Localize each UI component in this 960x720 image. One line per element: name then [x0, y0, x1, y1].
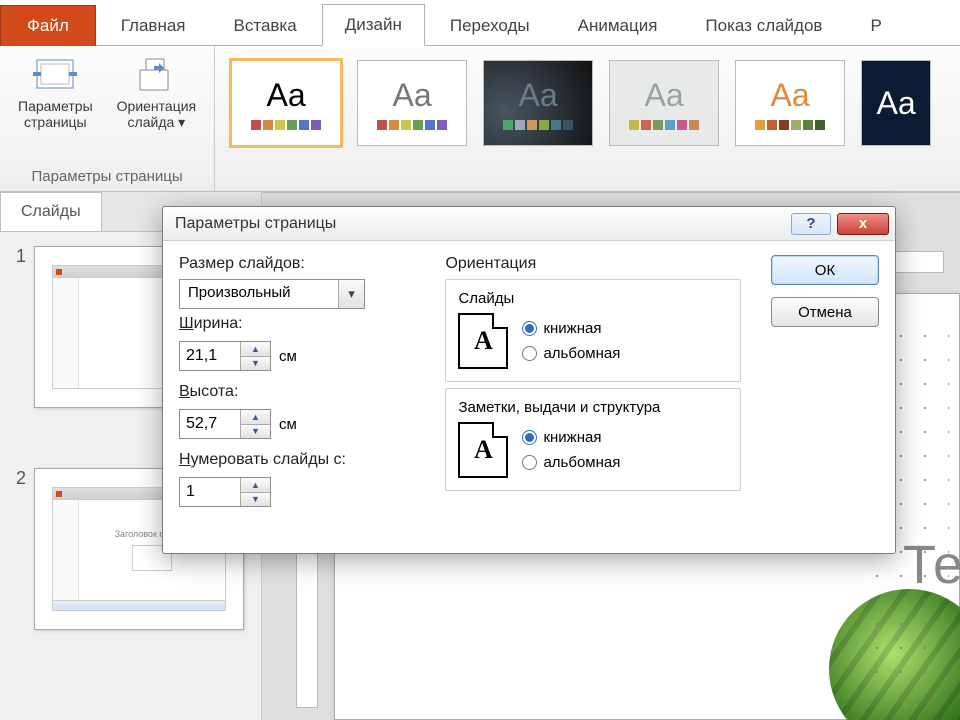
orientation-icon [132, 56, 180, 94]
fieldset-notes-orientation: Заметки, выдачи и структура A книжная ал… [445, 388, 741, 491]
tab-cut-off[interactable]: Р [847, 5, 904, 46]
portrait-page-icon: A [458, 313, 508, 369]
number-from-input[interactable] [180, 478, 240, 506]
spin-up-icon[interactable]: ▲ [241, 410, 270, 425]
dialog-left-column: Размер слайдов: Произвольный ▾ Ширина: ▲… [179, 255, 415, 539]
orientation-label: Ориентация слайда ▾ [117, 98, 196, 131]
dialog-mid-column: Ориентация Слайды A книжная альбомная [445, 255, 741, 539]
page-setup-label: Параметры страницы [18, 98, 93, 130]
theme-swatches [503, 120, 573, 130]
tab-file[interactable]: Файл [0, 5, 96, 46]
canvas-placeholder-text: Те [903, 534, 960, 596]
height-input[interactable] [180, 410, 240, 438]
chevron-down-icon: ▾ [338, 280, 364, 308]
slide-orientation-button[interactable]: Ориентация слайда ▾ [109, 52, 204, 135]
tab-insert[interactable]: Вставка [211, 5, 320, 46]
slides-size-dropdown[interactable]: Произвольный ▾ [179, 279, 365, 309]
close-icon: х [859, 215, 867, 232]
spin-down-icon[interactable]: ▼ [241, 493, 270, 507]
theme-swatches [377, 120, 447, 130]
theme-office[interactable]: Aa [231, 60, 341, 146]
dialog-title: Параметры страницы [175, 215, 336, 233]
width-spinner[interactable]: ▲▼ [179, 341, 271, 371]
ribbon-group-label: Параметры страницы [31, 164, 182, 189]
theme-text: Aa [645, 77, 684, 114]
theme-gallery: Aa Aa Aa Aa Aa Aa [215, 46, 947, 191]
height-spinner[interactable]: ▲▼ [179, 409, 271, 439]
theme-swatches [755, 120, 825, 130]
dialog-right-column: ОК Отмена [771, 255, 879, 539]
theme-5[interactable]: Aa [735, 60, 845, 146]
theme-4[interactable]: Aa [609, 60, 719, 146]
theme-swatches [629, 120, 699, 130]
width-label: Ширина: [179, 315, 415, 333]
fieldset-notes-title: Заметки, выдачи и структура [458, 399, 728, 416]
theme-text: Aa [267, 77, 306, 114]
ok-button[interactable]: ОК [771, 255, 879, 285]
tab-design[interactable]: Дизайн [322, 4, 425, 46]
pane-tab-slides[interactable]: Слайды [0, 192, 102, 231]
tab-animation[interactable]: Анимация [555, 5, 681, 46]
tab-home[interactable]: Главная [98, 5, 209, 46]
portrait-page-icon: A [458, 422, 508, 478]
spin-up-icon[interactable]: ▲ [241, 478, 270, 493]
number-from-spinner[interactable]: ▲▼ [179, 477, 271, 507]
watermelon-image [829, 589, 960, 720]
theme-3[interactable]: Aa [483, 60, 593, 146]
ribbon-tab-strip: Файл Главная Вставка Дизайн Переходы Ани… [0, 0, 960, 46]
page-setup-dialog: Параметры страницы ? х Размер слайдов: П… [162, 206, 896, 554]
radio-slides-landscape[interactable]: альбомная [522, 345, 620, 362]
height-unit: см [279, 416, 297, 433]
fieldset-slides-orientation: Слайды A книжная альбомная [445, 279, 741, 382]
theme-text: Aa [771, 77, 810, 114]
width-unit: см [279, 348, 297, 365]
number-from-label: Нумеровать слайды с: [179, 451, 415, 469]
theme-text: Aa [877, 85, 916, 122]
theme-text: Aa [519, 77, 558, 114]
fieldset-slides-title: Слайды [458, 290, 728, 307]
radio-notes-landscape[interactable]: альбомная [522, 454, 620, 471]
spin-down-icon[interactable]: ▼ [241, 357, 270, 371]
tab-slideshow[interactable]: Показ слайдов [682, 5, 845, 46]
slides-size-label: Размер слайдов: [179, 255, 415, 273]
orientation-heading: Ориентация [445, 255, 741, 273]
dialog-titlebar[interactable]: Параметры страницы ? х [163, 207, 895, 241]
help-icon: ? [806, 215, 815, 232]
thumb-number: 2 [10, 468, 26, 489]
theme-2[interactable]: Aa [357, 60, 467, 146]
slides-size-value: Произвольный [180, 280, 338, 308]
thumb-number: 1 [10, 246, 26, 267]
theme-6[interactable]: Aa [861, 60, 931, 146]
cancel-button[interactable]: Отмена [771, 297, 879, 327]
page-setup-button[interactable]: Параметры страницы [10, 52, 101, 135]
theme-text: Aa [393, 77, 432, 114]
height-label: Высота: [179, 383, 415, 401]
radio-notes-portrait[interactable]: книжная [522, 429, 620, 446]
spin-up-icon[interactable]: ▲ [241, 342, 270, 357]
page-setup-icon [31, 56, 79, 94]
width-input[interactable] [180, 342, 240, 370]
close-button[interactable]: х [837, 213, 889, 235]
theme-swatches [251, 120, 321, 130]
help-button[interactable]: ? [791, 213, 831, 235]
radio-slides-portrait[interactable]: книжная [522, 320, 620, 337]
ribbon: Параметры страницы Ориентация слайда ▾ П… [0, 46, 960, 192]
tab-transitions[interactable]: Переходы [427, 5, 553, 46]
ribbon-group-page-setup: Параметры страницы Ориентация слайда ▾ П… [0, 46, 215, 191]
spin-down-icon[interactable]: ▼ [241, 425, 270, 439]
